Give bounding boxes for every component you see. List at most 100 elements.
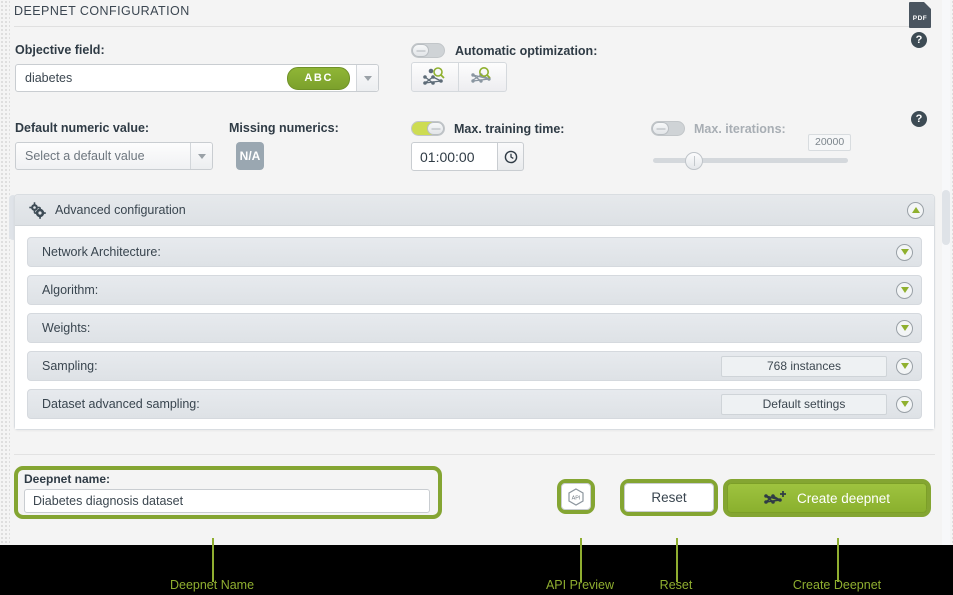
advanced-row-expand-button[interactable] xyxy=(896,281,913,299)
objective-field-dropdown-arrow[interactable] xyxy=(356,65,378,91)
annotation-leader-line xyxy=(676,538,678,582)
max-iterations-label: Max. iterations: xyxy=(694,121,786,136)
left-edge-texture xyxy=(0,0,10,545)
annotation-label: API Preview xyxy=(545,578,615,592)
toggle-knob xyxy=(652,122,669,135)
automatic-optimization-toggle[interactable] xyxy=(411,43,445,58)
chevron-down-icon xyxy=(900,249,909,255)
reset-highlight: Reset xyxy=(620,479,718,516)
api-preview-highlight: API xyxy=(557,479,595,514)
default-numeric-value: Select a default value xyxy=(25,149,145,163)
advanced-row[interactable]: Dataset advanced sampling: Default settin… xyxy=(27,389,922,419)
structure-suggestion-icon xyxy=(423,67,445,85)
advanced-row[interactable]: Sampling: 768 instances xyxy=(27,351,922,381)
api-icon: API xyxy=(568,487,584,506)
annotation-leader-line xyxy=(580,538,582,582)
advanced-row-label: Sampling: xyxy=(42,359,98,373)
chevron-down-icon xyxy=(900,363,909,369)
advanced-configuration-body: Network Architecture: Algorithm: Weights: S… xyxy=(15,226,934,429)
advanced-row-label: Network Architecture: xyxy=(42,245,161,259)
chevron-down-icon xyxy=(900,401,909,407)
advanced-row-expand-button[interactable] xyxy=(896,319,913,337)
advanced-configuration-title: Advanced configuration xyxy=(55,203,186,217)
max-iterations-toggle[interactable] xyxy=(651,121,685,136)
api-preview-button[interactable]: API xyxy=(561,483,591,510)
max-training-time-group: Max. training time: xyxy=(411,121,564,136)
page-scrollbar-thumb[interactable] xyxy=(942,190,950,245)
annotation-label: Create Deepnet xyxy=(792,578,882,592)
svg-text:API: API xyxy=(572,495,581,501)
deepnet-name-label: Deepnet name: xyxy=(24,472,111,486)
pdf-icon-label: PDF xyxy=(912,15,928,22)
advanced-configuration-header[interactable]: Advanced configuration xyxy=(15,195,934,226)
annotation-leader-line xyxy=(212,538,214,582)
slider-track xyxy=(653,158,848,163)
automatic-optimization-group: Automatic optimization: xyxy=(411,43,597,58)
advanced-row-expand-button[interactable] xyxy=(896,395,913,413)
default-numeric-value-select[interactable]: Select a default value xyxy=(15,142,213,170)
annotation-label: Deepnet Name xyxy=(169,578,255,592)
help-icon-second[interactable]: ? xyxy=(911,111,927,127)
clock-picker-button[interactable] xyxy=(498,142,524,171)
advanced-row-label: Algorithm: xyxy=(42,283,99,297)
toggle-knob xyxy=(427,122,444,135)
field-type-badge: ABC xyxy=(287,66,350,90)
deepnet-name-highlight: Deepnet name: Diabetes diagnosis dataset xyxy=(14,466,442,519)
max-training-time-label: Max. training time: xyxy=(454,121,565,136)
advanced-row-value[interactable]: Default settings xyxy=(721,393,887,415)
toggle-knob xyxy=(412,44,429,57)
page-scrollbar[interactable] xyxy=(942,0,950,545)
header-divider xyxy=(14,26,919,27)
automatic-optimization-label: Automatic optimization: xyxy=(455,43,598,58)
objective-field-select[interactable]: diabetes ABC xyxy=(15,64,379,92)
chevron-down-icon xyxy=(900,287,909,293)
help-icon-top[interactable]: ? xyxy=(911,32,927,48)
panel-header: DEEPNET CONFIGURATION PDF xyxy=(14,2,931,28)
clock-icon xyxy=(504,150,517,163)
max-training-time-field: 01:00:00 xyxy=(411,142,524,171)
pdf-download-icon[interactable]: PDF xyxy=(909,2,931,28)
advanced-row-expand-button[interactable] xyxy=(896,243,913,261)
footer-divider xyxy=(14,454,935,455)
create-deepnet-label: Create deepnet xyxy=(796,490,891,506)
create-deepnet-button[interactable]: Create deepnet xyxy=(727,483,927,513)
missing-numerics-label: Missing numerics: xyxy=(229,121,339,135)
deepnet-configuration-panel: DEEPNET CONFIGURATION PDF ? ? Objective … xyxy=(0,0,953,545)
deepnet-name-input[interactable]: Diabetes diagnosis dataset xyxy=(24,489,430,513)
advanced-row-label: Weights: xyxy=(42,321,91,335)
max-training-time-input[interactable]: 01:00:00 xyxy=(411,142,498,171)
advanced-row[interactable]: Weights: xyxy=(27,313,922,343)
objective-field-label: Objective field: xyxy=(15,43,105,57)
max-iterations-slider[interactable]: 20000 xyxy=(653,134,852,172)
deepnet-plus-icon xyxy=(764,491,786,504)
chevron-down-icon xyxy=(363,75,372,81)
chevron-up-icon xyxy=(911,207,920,213)
annotation-leader-line xyxy=(837,538,839,582)
gears-icon xyxy=(29,201,46,219)
create-deepnet-highlight: Create deepnet xyxy=(723,479,931,517)
network-search-icon xyxy=(470,67,491,83)
advanced-row-expand-button[interactable] xyxy=(896,357,913,375)
optimization-buttons xyxy=(411,62,507,92)
default-numeric-value-label: Default numeric value: xyxy=(15,121,150,135)
advanced-row[interactable]: Algorithm: xyxy=(27,275,922,305)
structure-suggestion-button[interactable] xyxy=(411,62,459,92)
slider-value-bubble: 20000 xyxy=(808,134,852,151)
chevron-down-icon xyxy=(197,153,206,159)
advanced-row-value[interactable]: 768 instances xyxy=(721,355,887,377)
advanced-configuration-panel: Advanced configuration Network Architect… xyxy=(14,194,935,430)
max-training-time-toggle[interactable] xyxy=(411,121,445,136)
advanced-row[interactable]: Network Architecture: xyxy=(27,237,922,267)
chevron-down-icon xyxy=(900,325,909,331)
objective-field-value: diabetes xyxy=(25,71,73,85)
missing-numerics-na-button[interactable]: N/A xyxy=(236,142,264,170)
default-numeric-dropdown-arrow[interactable] xyxy=(190,143,212,169)
slider-handle[interactable] xyxy=(684,152,703,170)
page-title: DEEPNET CONFIGURATION xyxy=(14,4,190,18)
advanced-configuration-collapse-button[interactable] xyxy=(907,201,924,219)
annotation-label: Reset xyxy=(659,578,693,592)
network-search-button[interactable] xyxy=(459,62,507,92)
reset-button[interactable]: Reset xyxy=(624,483,714,512)
max-iterations-group: Max. iterations: xyxy=(651,121,786,136)
advanced-row-label: Dataset advanced sampling: xyxy=(42,397,200,411)
